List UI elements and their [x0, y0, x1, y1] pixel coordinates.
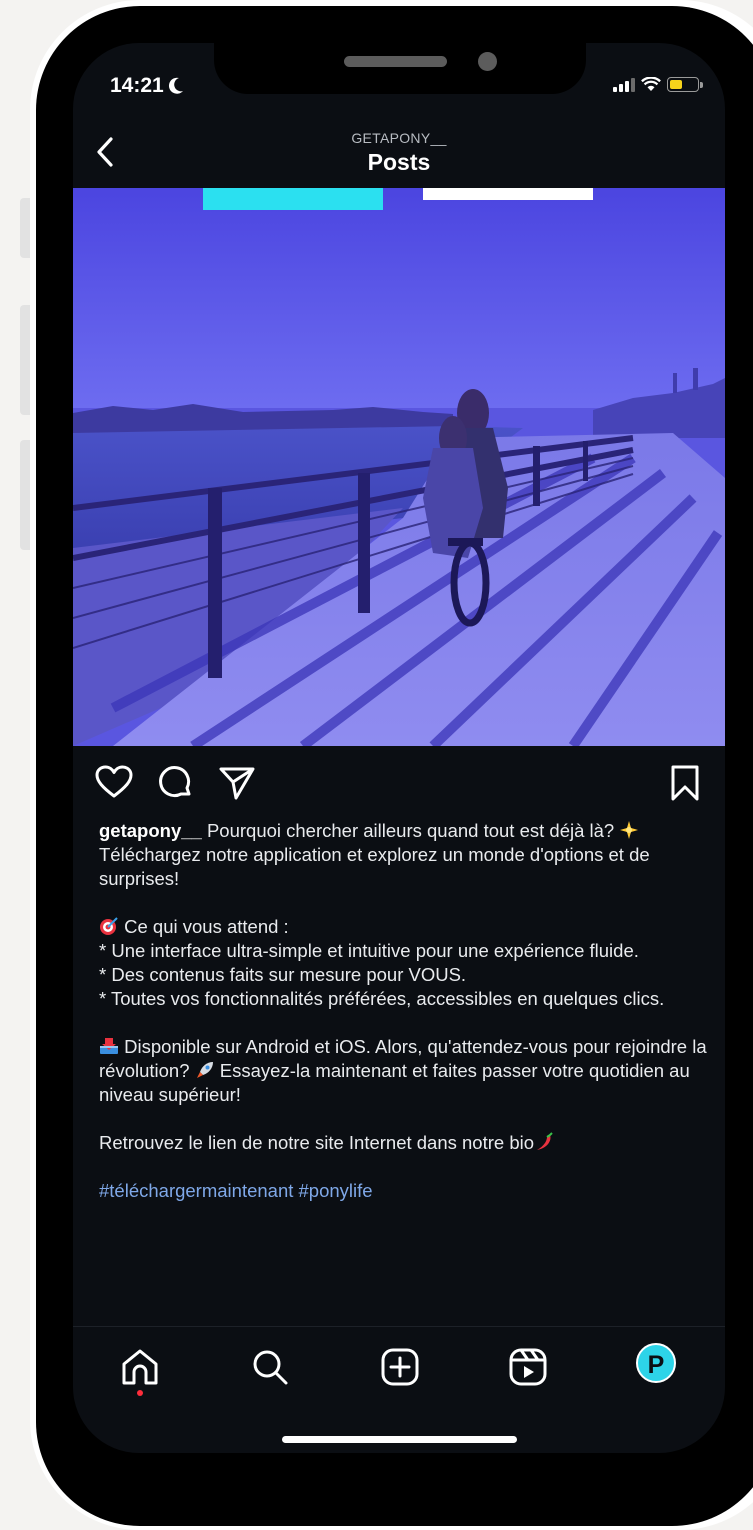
caption-intro-text-2: Téléchargez notre application et explore… [99, 844, 650, 889]
rocket-icon [196, 1062, 213, 1078]
home-icon [122, 1349, 158, 1385]
wifi-icon [641, 77, 661, 91]
page-title: Posts [367, 149, 431, 175]
caption-availability: Disponible sur Android et iOS. Alors, qu… [99, 1035, 707, 1107]
search-icon [253, 1350, 288, 1385]
caption-attend: Ce qui vous attend : [99, 915, 707, 939]
sparkle-star-icon [620, 821, 639, 839]
posts-header: GETAPONY__ Posts [73, 125, 725, 188]
comment-icon [159, 766, 191, 798]
phone-volume-down [20, 440, 30, 550]
phone-screen: 14:21 GETAPONY__ Posts getapony__ Pourqu… [73, 43, 725, 1453]
bookmark-button[interactable] [665, 763, 705, 803]
status-indicators [613, 77, 703, 92]
share-icon [219, 767, 255, 800]
caption-hashtags[interactable]: #téléchargermaintenant #ponylife [99, 1179, 707, 1203]
heart-icon [95, 765, 133, 798]
bottom-navigation: P [73, 1326, 725, 1397]
caption-bullet-2: * Des contenus faits sur mesure pour VOU… [99, 964, 467, 985]
battery-icon [667, 77, 703, 92]
phone-volume-up [20, 305, 30, 415]
cellular-signal-icon [613, 77, 635, 92]
bookmark-icon [671, 765, 699, 801]
caption-bio-text: Retrouvez le lien de notre site Internet… [99, 1132, 535, 1153]
home-indicator[interactable] [282, 1436, 517, 1443]
caption-intro-text: Pourquoi chercher ailleurs quand tout es… [201, 820, 620, 841]
status-time: 14:21 [110, 74, 184, 98]
post-image[interactable] [73, 188, 725, 746]
share-button[interactable] [217, 763, 257, 803]
caption-bio: Retrouvez le lien de notre site Internet… [99, 1131, 707, 1155]
caption-bullet-3: * Toutes vos fonctionnalités préférées, … [99, 988, 665, 1009]
post-photo-illustration [73, 188, 725, 746]
inbox-tray-icon [100, 1038, 118, 1054]
nav-reels[interactable] [506, 1345, 550, 1389]
like-button[interactable] [94, 763, 134, 803]
phone-mute-switch [20, 198, 30, 258]
front-camera [478, 52, 497, 71]
caption-attend-title: Ce qui vous attend : [119, 916, 289, 937]
comment-button[interactable] [155, 763, 195, 803]
create-icon [381, 1348, 419, 1386]
caption-intro: getapony__ Pourquoi chercher ailleurs qu… [99, 819, 707, 891]
home-notification-dot [137, 1390, 143, 1396]
nav-profile-avatar[interactable]: P [636, 1343, 676, 1383]
chili-pepper-icon [537, 1132, 553, 1150]
header-username[interactable]: GETAPONY__ [73, 130, 725, 146]
nav-search[interactable] [248, 1345, 292, 1389]
caption-bullet-1: * Une interface ultra-simple et intuitiv… [99, 940, 639, 961]
nav-create[interactable] [378, 1345, 422, 1389]
post-caption: getapony__ Pourquoi chercher ailleurs qu… [99, 819, 707, 1203]
status-time-text: 14:21 [110, 74, 164, 97]
nav-home[interactable] [118, 1345, 162, 1389]
post-actions [73, 763, 725, 813]
notch [214, 43, 586, 94]
caption-username[interactable]: getapony__ [99, 820, 202, 841]
target-dart-icon [100, 917, 118, 935]
speaker-grille [344, 56, 447, 67]
reels-icon [509, 1348, 547, 1386]
moon-icon [168, 77, 183, 94]
